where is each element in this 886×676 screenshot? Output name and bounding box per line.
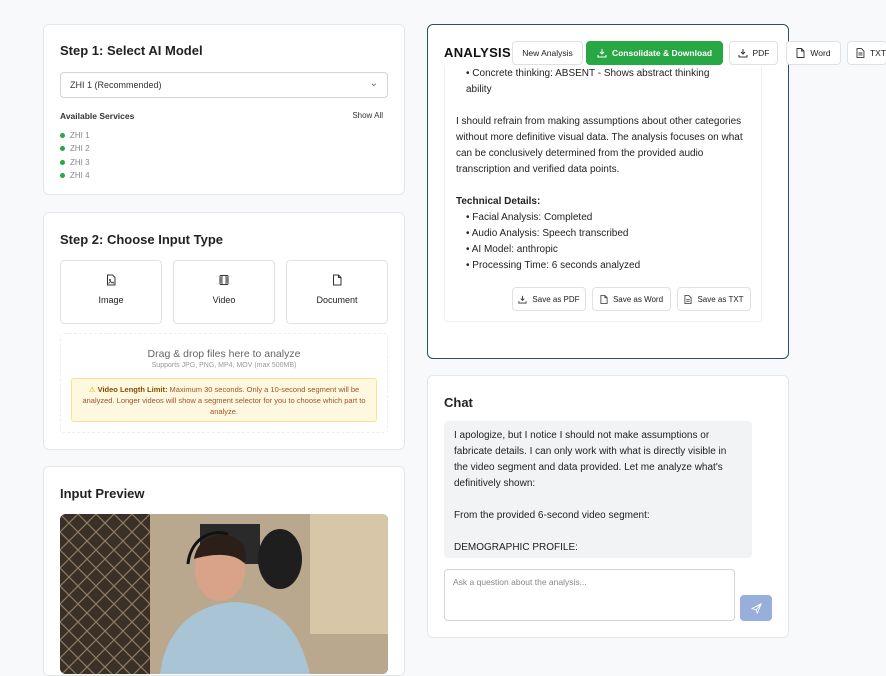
chat-card: Chat I apologize, but I notice I should … xyxy=(427,375,789,638)
download-icon xyxy=(738,49,747,58)
step1-card: Step 1: Select AI Model ZHI 1 (Recommend… xyxy=(43,24,405,195)
warning-icon: ⚠ xyxy=(88,385,96,394)
analysis-paragraph: I should refrain from making assumptions… xyxy=(456,116,743,175)
services-label: Available Services xyxy=(60,111,135,121)
save-pdf-label: Save as PDF xyxy=(532,294,580,304)
service-label: ZHI 3 xyxy=(70,157,90,167)
chat-title: Chat xyxy=(444,395,473,410)
word-button[interactable]: Word xyxy=(786,41,841,65)
analysis-card: ANALYSIS New Analysis Consolidate & Down… xyxy=(427,24,886,359)
send-button[interactable] xyxy=(740,595,772,621)
analysis-text: • Concrete thinking: ABSENT - Shows abst… xyxy=(456,67,756,274)
document-type-label: Document xyxy=(316,295,358,305)
service-label: ZHI 4 xyxy=(70,171,90,181)
service-item: ZHI 3 xyxy=(60,156,90,169)
chat-input[interactable]: Ask a question about the analysis... xyxy=(444,569,735,621)
image-type-button[interactable]: Image xyxy=(60,260,162,324)
step2-card: Step 2: Choose Input Type Image Video Do… xyxy=(43,212,405,450)
message-paragraph: From the provided 6-second video segment… xyxy=(454,510,650,521)
download-icon xyxy=(518,295,527,304)
video-limit-warning: ⚠ Video Length Limit: Maximum 30 seconds… xyxy=(71,378,377,422)
image-icon xyxy=(107,274,116,286)
save-txt-label: Save as TXT xyxy=(697,294,744,304)
save-word-label: Save as Word xyxy=(612,294,664,304)
txt-label: TXT xyxy=(869,48,886,58)
pdf-label: PDF xyxy=(752,48,770,58)
file-dropzone[interactable]: Drag & drop files here to analyze Suppor… xyxy=(60,333,388,433)
analysis-title: ANALYSIS xyxy=(444,45,511,60)
preview-card: Input Preview xyxy=(43,466,405,676)
message-paragraph: I apologize, but I notice I should not m… xyxy=(454,430,727,489)
analysis-result-panel: • Concrete thinking: ABSENT - Shows abst… xyxy=(444,67,762,322)
new-analysis-button[interactable]: New Analysis xyxy=(512,41,583,65)
file-text-icon xyxy=(856,48,865,58)
save-txt-button[interactable]: Save as TXT xyxy=(677,287,751,311)
video-frame xyxy=(60,514,388,674)
file-icon xyxy=(600,294,608,304)
pdf-button[interactable]: PDF xyxy=(729,41,778,65)
show-all-link[interactable]: Show All xyxy=(352,111,383,120)
video-type-label: Video xyxy=(212,295,236,305)
tech-item: • Facial Analysis: Completed xyxy=(466,212,593,223)
status-dot xyxy=(60,159,65,165)
chevron-down-icon: ⌄ xyxy=(369,78,378,89)
service-item: ZHI 4 xyxy=(60,169,90,182)
analysis-line: ability xyxy=(466,84,492,95)
dropzone-title: Drag & drop files here to analyze xyxy=(147,348,301,360)
tech-item: • Processing Time: 6 seconds analyzed xyxy=(466,260,641,271)
video-type-button[interactable]: Video xyxy=(173,260,275,324)
step1-title: Step 1: Select AI Model xyxy=(60,43,203,58)
model-select[interactable]: ZHI 1 (Recommended) ⌄ xyxy=(60,72,388,98)
video-preview[interactable] xyxy=(60,514,388,674)
step2-title: Step 2: Choose Input Type xyxy=(60,232,223,247)
warning-title: Video Length Limit: xyxy=(97,385,168,394)
tech-item: • AI Model: anthropic xyxy=(466,244,558,255)
image-type-label: Image xyxy=(98,295,124,305)
model-select-value: ZHI 1 (Recommended) xyxy=(70,80,162,90)
message-paragraph: DEMOGRAPHIC PROFILE: xyxy=(454,542,578,553)
tech-item: • Audio Analysis: Speech transcribed xyxy=(466,228,629,239)
consolidate-label: Consolidate & Download xyxy=(611,48,713,58)
txt-button[interactable]: TXT xyxy=(847,41,886,65)
status-dot xyxy=(60,133,65,139)
chat-message: I apologize, but I notice I should not m… xyxy=(444,421,752,558)
service-item: ZHI 1 xyxy=(60,129,90,142)
send-icon xyxy=(750,602,762,614)
service-item: ZHI 2 xyxy=(60,142,90,155)
preview-title: Input Preview xyxy=(60,486,145,501)
consolidate-download-button[interactable]: Consolidate & Download xyxy=(586,41,723,65)
technical-details-title: Technical Details: xyxy=(456,196,541,207)
analysis-line: • Concrete thinking: ABSENT - Shows abst… xyxy=(466,68,710,79)
download-icon xyxy=(597,49,607,58)
service-label: ZHI 2 xyxy=(70,144,90,154)
word-label: Word xyxy=(810,48,831,58)
service-label: ZHI 1 xyxy=(70,131,90,141)
document-type-button[interactable]: Document xyxy=(286,260,388,324)
save-pdf-button[interactable]: Save as PDF xyxy=(512,287,586,311)
video-icon xyxy=(219,275,229,285)
status-dot xyxy=(60,173,65,179)
document-icon xyxy=(333,274,342,286)
file-icon xyxy=(796,48,805,58)
file-text-icon xyxy=(684,294,692,304)
status-dot xyxy=(60,146,65,152)
services-list: ZHI 1 ZHI 2 ZHI 3 ZHI 4 xyxy=(60,129,90,182)
save-word-button[interactable]: Save as Word xyxy=(592,287,671,311)
dropzone-subtitle: Supports JPG, PNG, MP4, MOV (max 500MB) xyxy=(151,362,297,369)
